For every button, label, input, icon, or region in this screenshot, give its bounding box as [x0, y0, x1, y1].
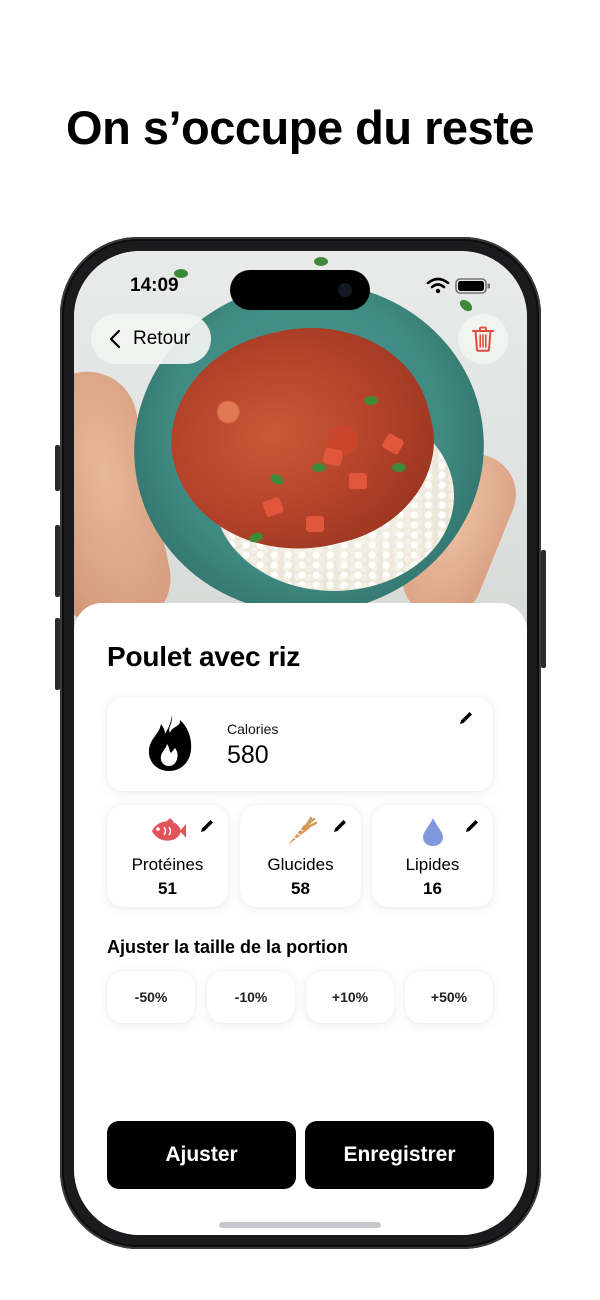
portion-plus-10-button[interactable]: +10%: [306, 971, 394, 1023]
battery-icon: [455, 278, 490, 294]
carbs-label: Glucides: [267, 855, 334, 874]
fat-label: Lipides: [405, 855, 460, 874]
dynamic-island: [230, 270, 370, 310]
droplet-icon: [422, 818, 443, 846]
carbs-card[interactable]: Glucides 58: [240, 805, 361, 907]
status-icons: [426, 277, 490, 294]
flame-icon: [148, 715, 192, 771]
promo-headline: On s’occupe du reste: [66, 101, 534, 154]
app-screen: 14:09 Retour Poulet avec riz Calories 58…: [74, 251, 527, 1235]
meal-name: Poulet avec riz: [107, 641, 301, 672]
calories-value: 580: [227, 741, 269, 769]
pencil-icon[interactable]: [331, 817, 349, 835]
fish-icon: [151, 818, 186, 841]
adjust-button[interactable]: Ajuster: [107, 1121, 296, 1189]
carbs-value: 58: [291, 879, 310, 898]
trash-icon: [472, 326, 494, 352]
calories-label: Calories: [227, 721, 279, 737]
chevron-left-icon: [109, 329, 121, 349]
phone-power-button: [541, 550, 546, 668]
back-button-label: Retour: [133, 328, 191, 349]
home-indicator[interactable]: [219, 1222, 381, 1228]
protein-label: Protéines: [131, 855, 204, 874]
back-button[interactable]: Retour: [91, 314, 211, 364]
carrot-icon: [287, 817, 317, 845]
calories-card[interactable]: Calories 580: [107, 697, 493, 791]
pencil-icon[interactable]: [463, 817, 481, 835]
portion-section-title: Ajuster la taille de la portion: [107, 937, 349, 957]
portion-minus-10-button[interactable]: -10%: [207, 971, 295, 1023]
meal-detail-sheet: Poulet avec riz Calories 580 Protéines 5…: [74, 603, 527, 1235]
protein-card[interactable]: Protéines 51: [107, 805, 228, 907]
save-button[interactable]: Enregistrer: [305, 1121, 494, 1189]
status-time: 14:09: [130, 275, 179, 296]
wifi-icon: [426, 277, 450, 294]
fat-card[interactable]: Lipides 16: [372, 805, 493, 907]
pencil-icon[interactable]: [457, 709, 475, 727]
portion-minus-50-button[interactable]: -50%: [107, 971, 195, 1023]
delete-button[interactable]: [458, 314, 508, 364]
pencil-icon[interactable]: [198, 817, 216, 835]
fat-value: 16: [423, 879, 442, 898]
portion-plus-50-button[interactable]: +50%: [405, 971, 493, 1023]
protein-value: 51: [158, 879, 177, 898]
